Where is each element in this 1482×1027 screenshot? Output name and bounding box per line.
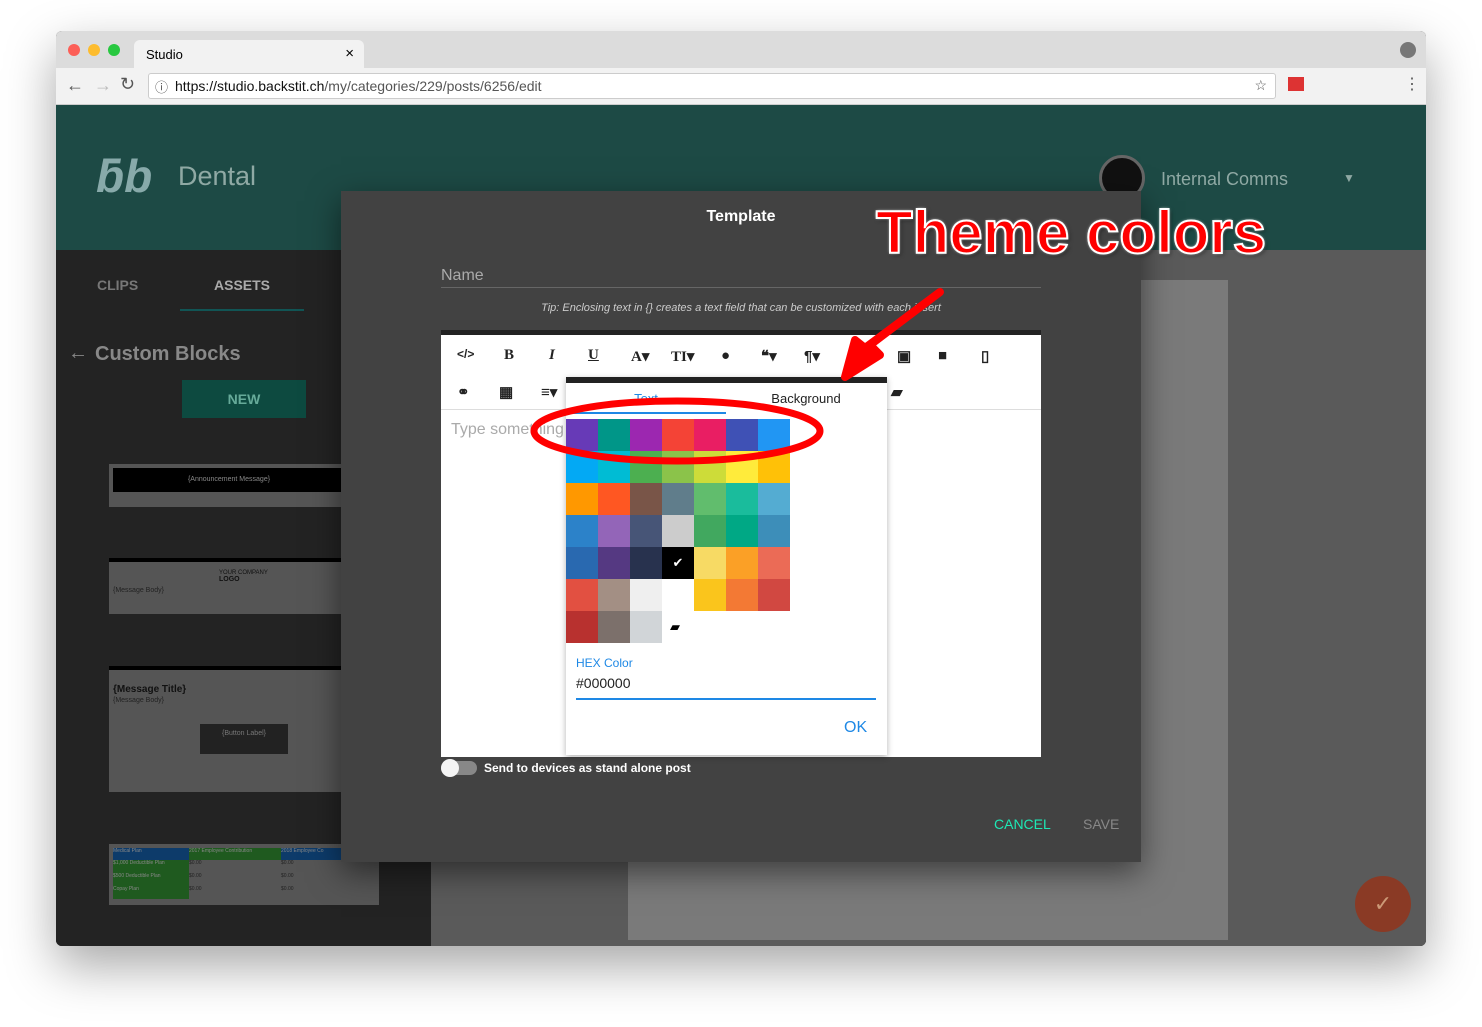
arrow-icon: [841, 288, 944, 381]
annotation-text: Theme colors: [875, 198, 1267, 267]
annotation-overlay: [530, 288, 944, 465]
highlight-ellipse: [530, 397, 824, 465]
